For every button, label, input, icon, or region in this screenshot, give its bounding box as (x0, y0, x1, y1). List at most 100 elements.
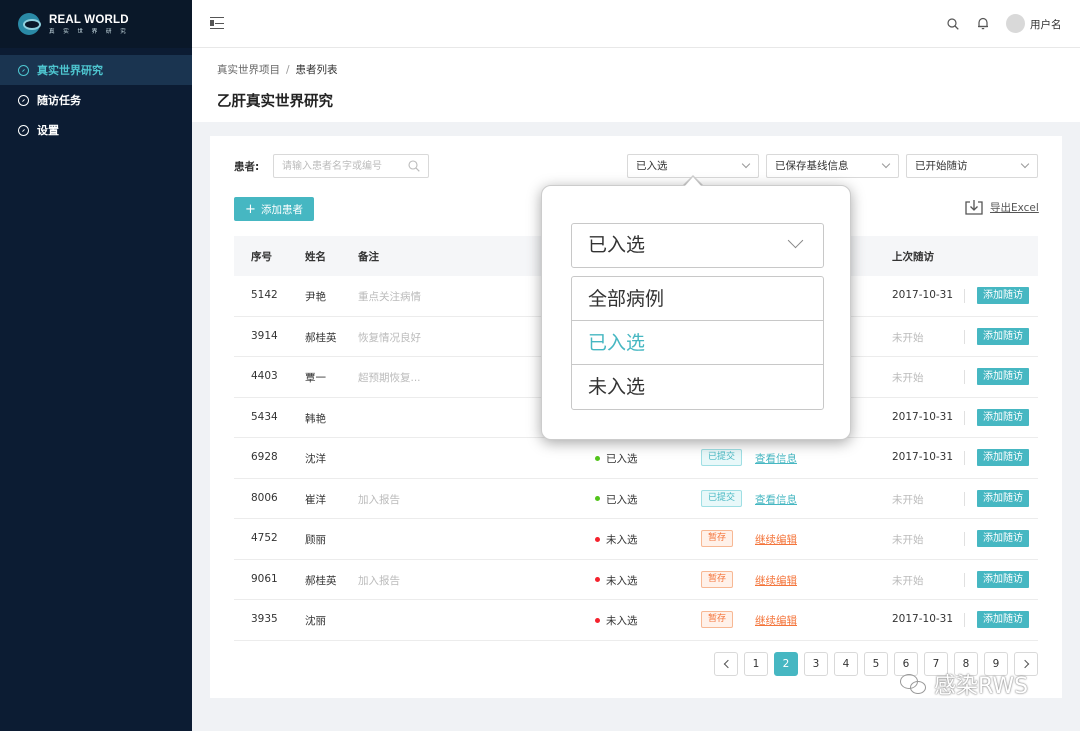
status-dot-icon (595, 577, 600, 582)
dashboard-icon (18, 64, 29, 76)
sidebar-item-real-world-study[interactable]: 真实世界研究 (0, 55, 192, 85)
download-icon (965, 200, 983, 215)
divider (964, 613, 965, 627)
sidebar-item-followup-tasks[interactable]: 随访任务 (0, 85, 192, 115)
menu-item-not-enrolled[interactable]: 未入选 (572, 365, 823, 409)
table-row: 3935 沈丽 未入选 暂存 继续编辑 2017-10-31 添加随访 (234, 600, 1038, 641)
add-followup-button[interactable]: 添加随访 (977, 408, 1029, 426)
cell-last-followup: 2017-10-31 (892, 451, 954, 463)
wechat-icon (900, 672, 930, 696)
continue-edit-link[interactable]: 继续编辑 (755, 613, 797, 628)
page-button[interactable]: 1 (744, 652, 768, 676)
breadcrumb-separator: / (286, 64, 290, 76)
divider (964, 289, 965, 303)
enroll-status-select-zoomed[interactable]: 已入选 (571, 223, 824, 268)
breadcrumb: 真实世界项目 / 患者列表 (217, 62, 338, 77)
page-title: 乙肝真实世界研究 (217, 94, 333, 110)
divider (964, 410, 965, 425)
cell-note: 重点关注病情 (358, 291, 421, 303)
dropdown-zoom-callout: 已入选 全部病例 已入选 未入选 (541, 185, 851, 440)
add-followup-button[interactable]: 添加随访 (977, 449, 1029, 466)
app-logo[interactable]: REAL WORLD 真 实 世 界 研 究 (0, 0, 192, 48)
export-excel-button[interactable]: 导出Excel (964, 199, 1039, 216)
enroll-status-value: 已入选 (636, 160, 668, 172)
enroll-status-text: 未入选 (606, 534, 638, 546)
sidebar-nav: 真实世界研究 随访任务 设置 (0, 55, 192, 145)
baseline-status-select[interactable]: 已保存基线信息 (766, 154, 899, 178)
cell-last-followup: 未开始 (892, 493, 924, 506)
table-row: 4752 顾丽 未入选 暂存 继续编辑 未开始 添加随访 (234, 519, 1038, 560)
cell-id: 5434 (251, 410, 278, 423)
search-icon[interactable] (947, 18, 959, 30)
chevron-right-icon (1020, 659, 1029, 669)
callout-pointer-fill (684, 177, 702, 187)
bell-icon[interactable] (977, 17, 989, 30)
add-followup-button[interactable]: 添加随访 (977, 287, 1029, 304)
menu-item-enrolled[interactable]: 已入选 (572, 321, 823, 365)
page-button[interactable]: 5 (864, 652, 888, 676)
cell-id: 3914 (251, 329, 278, 342)
sidebar: REAL WORLD 真 实 世 界 研 究 真实世界研究 随访任务 设置 (0, 0, 192, 731)
add-followup-button[interactable]: 添加随访 (977, 570, 1029, 588)
cell-id: 3935 (251, 613, 278, 625)
page-button[interactable]: 3 (804, 652, 828, 676)
cell-last-followup: 未开始 (892, 331, 924, 344)
divider (964, 451, 965, 465)
sidebar-item-settings[interactable]: 设置 (0, 115, 192, 145)
continue-edit-link[interactable]: 继续编辑 (755, 573, 797, 588)
cell-name: 顾丽 (305, 534, 326, 546)
export-excel-label: 导出Excel (990, 202, 1039, 214)
add-followup-button[interactable]: 添加随访 (977, 489, 1029, 507)
watermark: 感染RWS (900, 668, 1028, 700)
menu-item-all-cases[interactable]: 全部病例 (572, 277, 823, 321)
baseline-status-value: 已保存基线信息 (775, 160, 849, 172)
add-followup-button[interactable]: 添加随访 (977, 327, 1029, 345)
cell-last-followup: 2017-10-31 (892, 289, 954, 301)
enroll-status-text: 已入选 (606, 493, 638, 506)
add-patient-label: 添加患者 (260, 203, 303, 216)
breadcrumb-parent[interactable]: 真实世界项目 (217, 64, 280, 76)
page-button[interactable]: 2 (774, 652, 798, 676)
search-icon[interactable] (408, 160, 420, 172)
view-info-link[interactable]: 查看信息 (755, 451, 797, 466)
cell-id: 6928 (251, 451, 278, 463)
sidebar-item-label: 随访任务 (37, 94, 81, 107)
prev-page-button[interactable] (714, 652, 738, 676)
chevron-left-icon (723, 659, 732, 669)
status-dot-icon (595, 496, 600, 501)
status-dot-icon (595, 536, 600, 542)
cell-enroll-status: 未入选 (595, 532, 638, 547)
username[interactable]: 用户名 (1030, 17, 1062, 32)
cell-name: 韩艳 (305, 412, 326, 425)
cell-id: 4403 (251, 370, 278, 382)
chevron-down-icon (787, 232, 804, 249)
followup-status-select[interactable]: 已开始随访 (906, 154, 1038, 178)
add-followup-button[interactable]: 添加随访 (977, 530, 1029, 547)
cell-name: 尹艳 (305, 291, 326, 303)
page-button[interactable]: 4 (834, 652, 858, 676)
dashboard-icon (18, 124, 29, 136)
cell-note: 超预期恢复... (358, 372, 421, 384)
avatar[interactable] (1006, 14, 1025, 33)
divider (964, 491, 965, 506)
cell-enroll-status: 已入选 (595, 492, 638, 507)
add-patient-button[interactable]: + 添加患者 (234, 197, 314, 221)
add-followup-button[interactable]: 添加随访 (977, 368, 1029, 385)
cell-id: 4752 (251, 532, 278, 544)
form-status-badge: 已提交 (701, 489, 743, 507)
cell-name: 覃一 (305, 372, 326, 384)
cell-name: 崔洋 (305, 493, 326, 506)
table-row: 8006 崔洋 加入报告 已入选 已提交 查看信息 未开始 添加随访 (234, 479, 1038, 519)
enroll-status-value-zoomed: 已入选 (588, 234, 646, 256)
continue-edit-link[interactable]: 继续编辑 (755, 532, 797, 547)
view-info-link[interactable]: 查看信息 (755, 492, 797, 507)
add-followup-button[interactable]: 添加随访 (977, 611, 1029, 628)
menu-fold-icon[interactable] (210, 17, 224, 30)
divider (964, 532, 965, 546)
column-header-last-followup: 上次随访 (892, 251, 934, 263)
cell-last-followup: 未开始 (892, 574, 924, 587)
table-row: 6928 沈洋 已入选 已提交 查看信息 2017-10-31 添加随访 (234, 438, 1038, 479)
patient-search-input[interactable] (282, 155, 412, 177)
cell-last-followup: 2017-10-31 (892, 613, 954, 625)
enroll-status-menu: 全部病例 已入选 未入选 (571, 276, 824, 410)
